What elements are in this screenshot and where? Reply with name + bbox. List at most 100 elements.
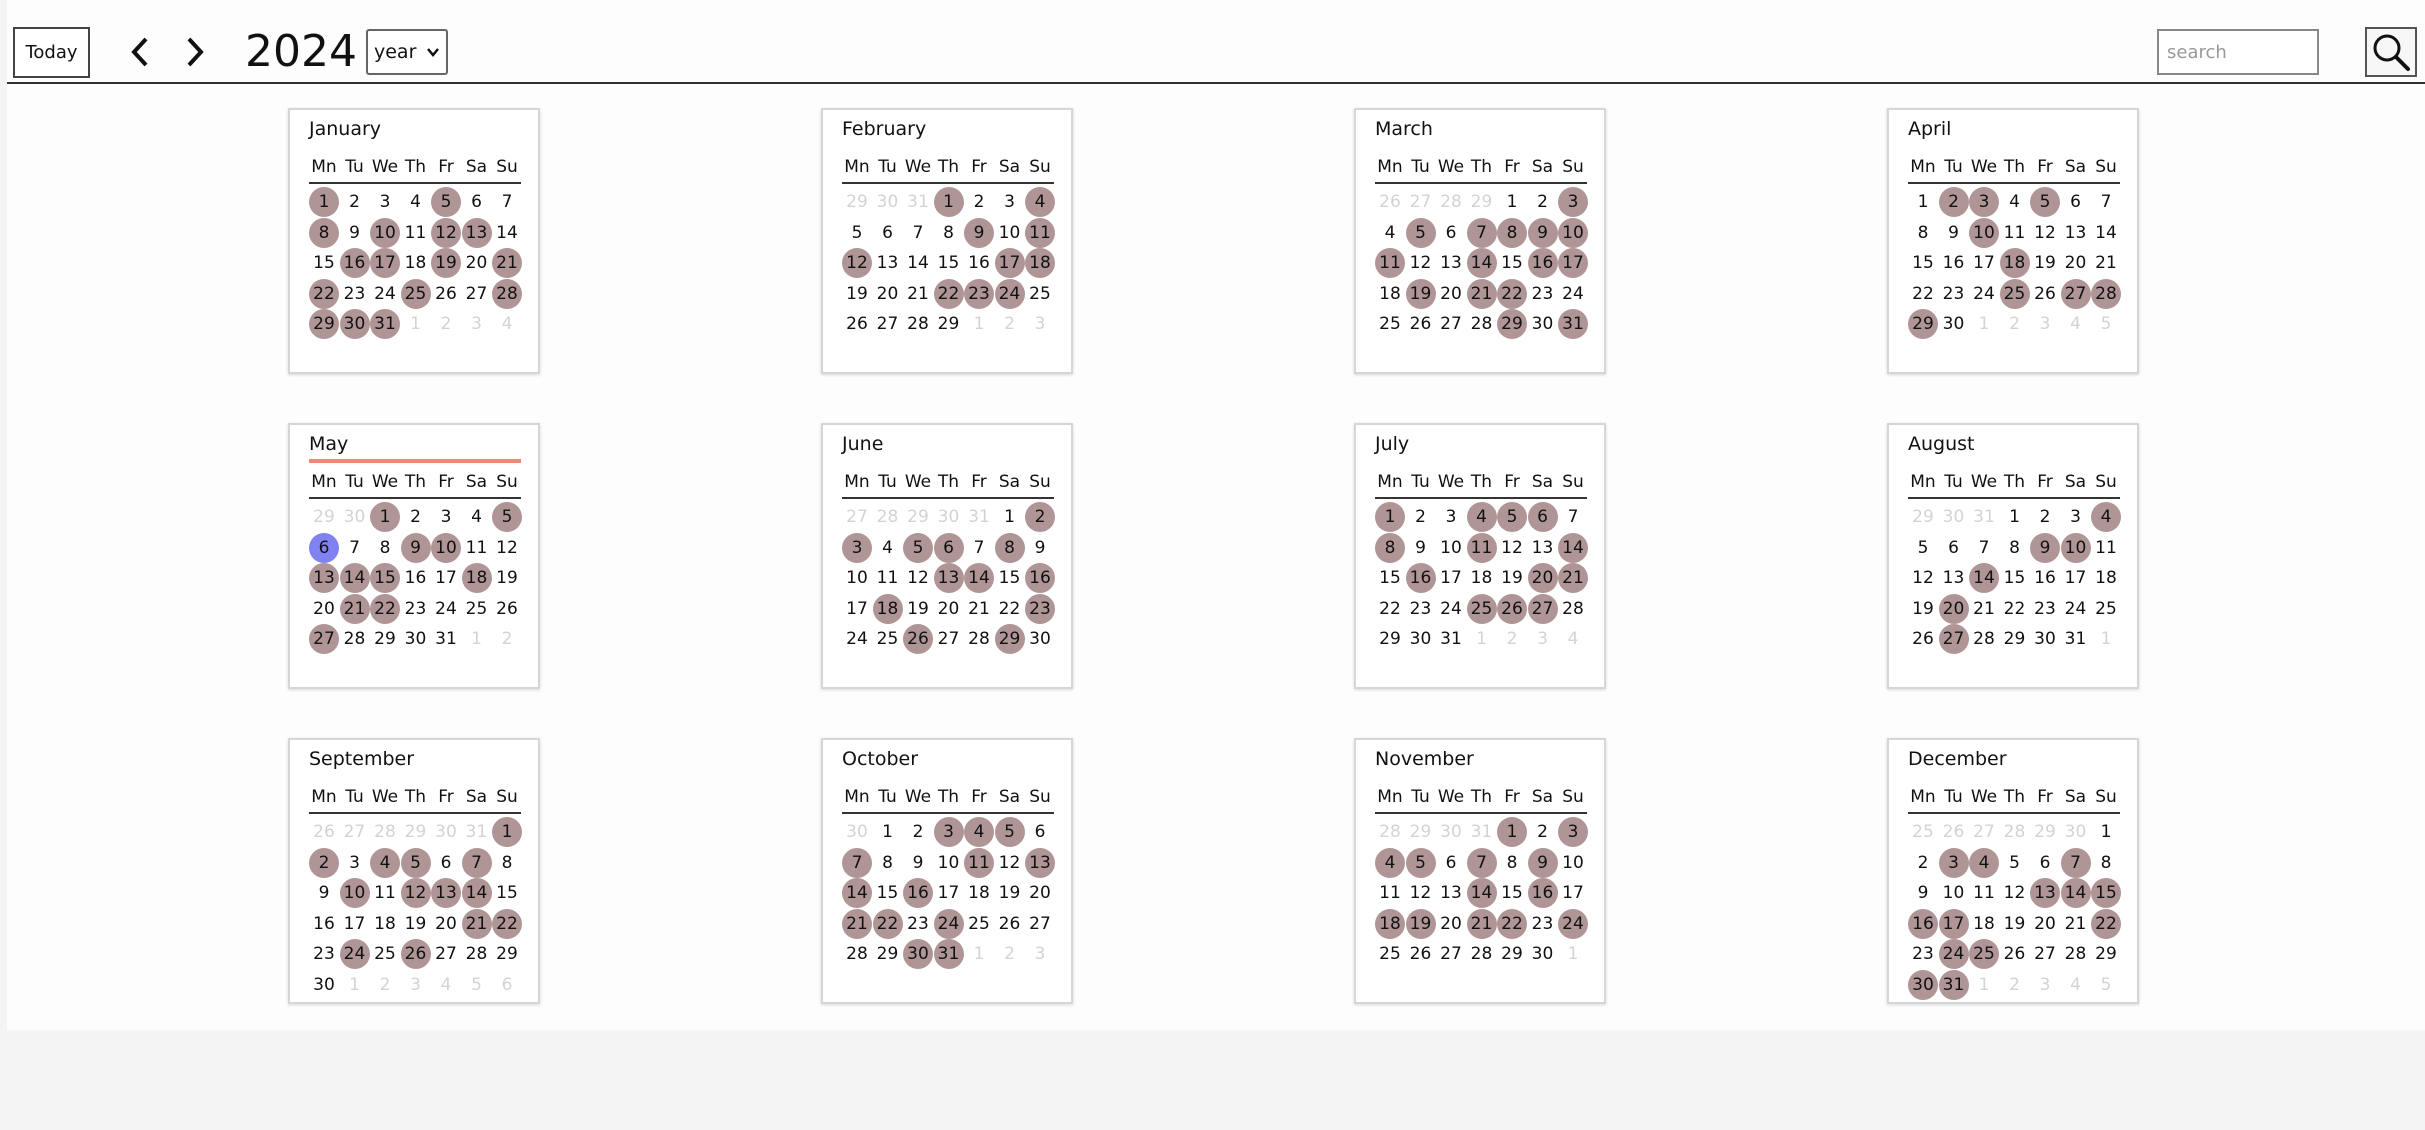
- day-cell[interactable]: 2: [1528, 187, 1558, 217]
- day-cell[interactable]: 23: [1025, 593, 1055, 624]
- adjacent-month-day[interactable]: 31: [903, 187, 933, 217]
- day-cell[interactable]: 18: [964, 878, 994, 908]
- day-cell[interactable]: 5: [492, 502, 522, 532]
- day-cell[interactable]: 8: [370, 533, 400, 563]
- day-cell[interactable]: 8: [2000, 533, 2030, 563]
- day-cell[interactable]: 19: [2000, 909, 2030, 939]
- day-cell[interactable]: 8: [2091, 848, 2121, 878]
- day-cell[interactable]: 22: [872, 908, 903, 939]
- day-cell[interactable]: 20: [1938, 593, 1969, 624]
- day-cell[interactable]: 20: [2030, 909, 2060, 939]
- day-cell[interactable]: 30: [1406, 624, 1436, 654]
- day-cell[interactable]: 7: [1466, 847, 1497, 878]
- search-button[interactable]: [2365, 27, 2417, 77]
- day-cell[interactable]: 19: [2030, 248, 2060, 278]
- day-cell[interactable]: 25: [462, 594, 492, 624]
- adjacent-month-day[interactable]: 4: [2061, 309, 2091, 339]
- day-cell[interactable]: 28: [492, 278, 522, 309]
- day-cell[interactable]: 16: [1527, 248, 1558, 279]
- day-cell[interactable]: 16: [2030, 563, 2060, 593]
- day-cell[interactable]: 5: [2000, 848, 2030, 878]
- day-cell[interactable]: 10: [1939, 878, 1969, 908]
- day-cell[interactable]: 3: [1938, 847, 1969, 878]
- adjacent-month-day[interactable]: 1: [1558, 939, 1588, 969]
- day-cell[interactable]: 7: [903, 218, 933, 248]
- day-cell[interactable]: 17: [842, 594, 872, 624]
- day-cell[interactable]: 16: [1527, 878, 1558, 909]
- day-cell[interactable]: 27: [1527, 593, 1558, 624]
- day-cell[interactable]: 26: [492, 594, 522, 624]
- day-cell[interactable]: 23: [1908, 939, 1938, 969]
- adjacent-month-day[interactable]: 29: [1908, 502, 1938, 532]
- day-cell[interactable]: 7: [964, 533, 994, 563]
- day-cell[interactable]: 1: [309, 187, 339, 217]
- day-cell[interactable]: 26: [400, 939, 431, 970]
- day-cell[interactable]: 27: [1025, 909, 1055, 939]
- day-cell[interactable]: 16: [1908, 908, 1938, 939]
- adjacent-month-day[interactable]: 1: [462, 624, 492, 654]
- day-cell[interactable]: 5: [842, 218, 872, 248]
- day-cell[interactable]: 1: [492, 817, 522, 847]
- adjacent-month-day[interactable]: 2: [492, 624, 522, 654]
- day-cell[interactable]: 5: [431, 187, 461, 217]
- day-cell[interactable]: 3: [2061, 502, 2091, 532]
- today-button[interactable]: Today: [13, 27, 90, 78]
- day-cell[interactable]: 20: [431, 909, 461, 939]
- day-cell[interactable]: 22: [2091, 908, 2121, 939]
- day-cell[interactable]: 12: [400, 878, 431, 909]
- day-cell[interactable]: 30: [1025, 624, 1055, 654]
- day-cell[interactable]: 25: [2091, 594, 2121, 624]
- day-cell[interactable]: 10: [934, 848, 964, 878]
- day-cell[interactable]: 2: [1938, 187, 1969, 217]
- day-cell[interactable]: 2: [401, 502, 431, 532]
- adjacent-month-day[interactable]: 3: [1528, 624, 1558, 654]
- day-cell[interactable]: 24: [842, 624, 872, 654]
- day-cell[interactable]: 12: [1406, 878, 1436, 908]
- month-title[interactable]: June: [842, 432, 883, 456]
- adjacent-month-day[interactable]: 27: [842, 502, 872, 532]
- adjacent-month-day[interactable]: 30: [1436, 817, 1466, 847]
- adjacent-month-day[interactable]: 27: [1406, 187, 1436, 217]
- day-cell[interactable]: 31: [1436, 624, 1466, 654]
- day-cell[interactable]: 12: [431, 217, 461, 248]
- day-cell[interactable]: 1: [995, 502, 1025, 532]
- day-cell[interactable]: 27: [462, 279, 492, 309]
- day-cell[interactable]: 19: [401, 909, 431, 939]
- day-cell[interactable]: 27: [1436, 939, 1466, 969]
- day-cell[interactable]: 31: [1558, 309, 1588, 340]
- day-cell[interactable]: 3: [370, 187, 400, 217]
- day-cell[interactable]: 14: [964, 563, 994, 594]
- day-cell[interactable]: 22: [309, 278, 339, 309]
- day-cell[interactable]: 5: [400, 847, 431, 878]
- day-cell[interactable]: 23: [903, 909, 933, 939]
- day-cell[interactable]: 13: [309, 563, 339, 594]
- day-cell[interactable]: 11: [370, 878, 400, 908]
- day-cell[interactable]: 5: [1405, 217, 1436, 248]
- day-cell[interactable]: 6: [2061, 187, 2091, 217]
- adjacent-month-day[interactable]: 4: [2061, 970, 2091, 1000]
- adjacent-month-day[interactable]: 28: [1375, 817, 1405, 847]
- day-cell[interactable]: 13: [2061, 218, 2091, 248]
- day-cell[interactable]: 19: [1497, 563, 1527, 593]
- day-cell[interactable]: 13: [933, 563, 964, 594]
- day-cell[interactable]: 22: [492, 908, 522, 939]
- adjacent-month-day[interactable]: 29: [2030, 817, 2060, 847]
- adjacent-month-day[interactable]: 3: [1025, 939, 1055, 969]
- day-cell[interactable]: 25: [1999, 278, 2030, 309]
- day-cell[interactable]: 23: [2030, 594, 2060, 624]
- day-cell[interactable]: 3: [933, 817, 964, 847]
- adjacent-month-day[interactable]: 5: [2091, 970, 2121, 1000]
- day-cell[interactable]: 21: [492, 248, 522, 279]
- day-cell[interactable]: 23: [1939, 279, 1969, 309]
- day-cell[interactable]: 23: [1406, 594, 1436, 624]
- day-cell[interactable]: 12: [842, 248, 872, 279]
- day-cell[interactable]: 30: [401, 624, 431, 654]
- day-cell[interactable]: 4: [1969, 847, 1999, 878]
- day-cell[interactable]: 21: [1466, 278, 1497, 309]
- day-cell[interactable]: 29: [2000, 624, 2030, 654]
- adjacent-month-day[interactable]: 26: [1939, 817, 1969, 847]
- day-cell[interactable]: 5: [994, 817, 1025, 847]
- day-cell[interactable]: 4: [873, 533, 903, 563]
- adjacent-month-day[interactable]: 28: [1436, 187, 1466, 217]
- day-cell[interactable]: 18: [872, 593, 903, 624]
